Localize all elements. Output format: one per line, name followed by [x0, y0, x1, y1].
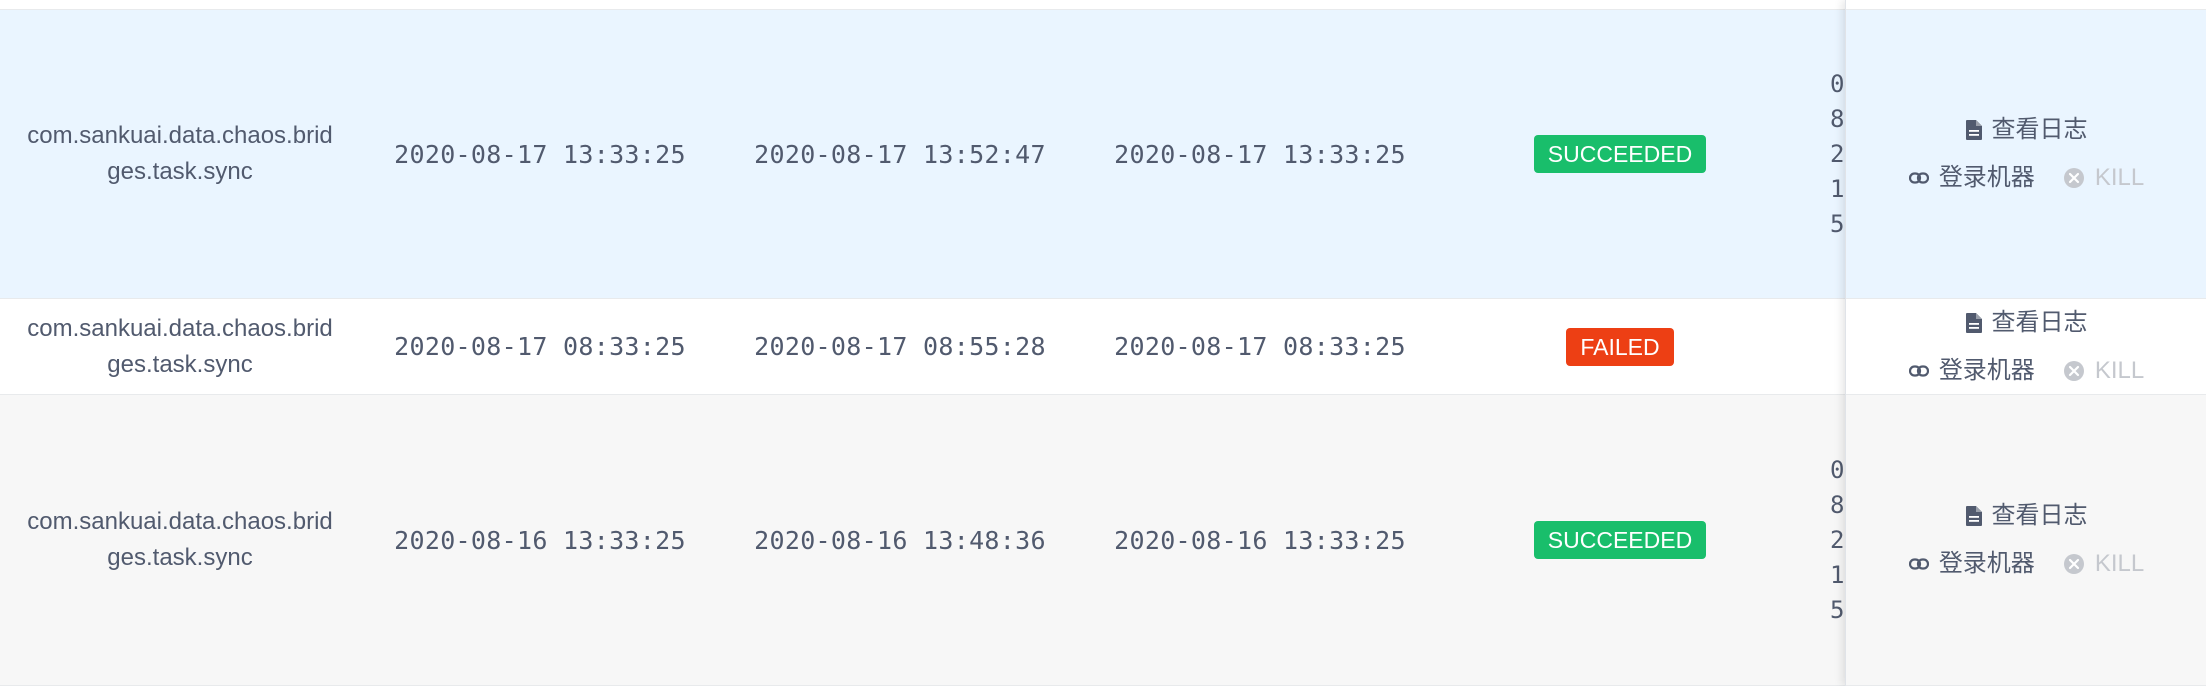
file-text-icon [1965, 312, 1982, 333]
action-row: 登录机器 KILL [1908, 161, 2144, 195]
task-name: com.sankuai.data.chaos.bridges.task.sync [27, 122, 333, 185]
fixed-action-column: 查看日志 登录机器 KILL 查看日志 登录机器 KILL 查看日志 登录机器 … [1845, 0, 2206, 686]
task-name: com.sankuai.data.chaos.bridges.task.sync [27, 314, 333, 378]
clipped-text: 0 8 2 1 5 [1830, 455, 1844, 624]
status-badge: SUCCEEDED [1533, 135, 1707, 173]
action-cell: 查看日志 登录机器 KILL [1846, 299, 2206, 395]
task-name: com.sankuai.data.chaos.bridges.task.sync [27, 508, 333, 571]
login-machine-label: 登录机器 [1938, 356, 2035, 384]
scheduled-time: 2020-08-17 08:33:25 [394, 332, 686, 361]
login-machine-label: 登录机器 [1938, 550, 2035, 577]
file-text-icon [1965, 506, 1982, 526]
link-icon [1908, 558, 1929, 570]
start-time: 2020-08-17 13:33:25 [1114, 139, 1406, 169]
status-cell: SUCCEEDED [1440, 395, 1800, 685]
time-cell: 2020-08-17 13:33:25 [360, 10, 720, 298]
kill-label: KILL [2094, 164, 2145, 191]
clipped-text: 0 8 2 1 5 [1830, 69, 1844, 238]
login-machine-button[interactable]: 登录机器 [1908, 161, 2035, 195]
status-badge: SUCCEEDED [1533, 521, 1707, 559]
time-cell: 2020-08-17 08:33:25 [360, 299, 720, 394]
view-log-label: 查看日志 [1991, 116, 2088, 143]
fixed-column-top-edge [1846, 0, 2206, 10]
scheduled-time: 2020-08-16 13:33:25 [394, 525, 686, 555]
time-cell: 2020-08-16 13:33:25 [1080, 395, 1440, 685]
login-machine-button[interactable]: 登录机器 [1908, 354, 2035, 388]
action-cell: 查看日志 登录机器 KILL [1846, 395, 2206, 686]
scheduled-time: 2020-08-17 13:33:25 [394, 139, 686, 169]
task-run-table: com.sankuai.data.chaos.bridges.task.sync… [0, 0, 2206, 686]
time-cell: 2020-08-17 13:52:47 [720, 10, 1080, 298]
task-name-cell: com.sankuai.data.chaos.bridges.task.sync [0, 10, 360, 298]
kill-button[interactable]: KILL [2063, 547, 2144, 581]
end-time: 2020-08-17 08:55:28 [754, 332, 1046, 361]
view-log-button[interactable]: 查看日志 [1965, 306, 2088, 340]
kill-button[interactable]: KILL [2063, 161, 2144, 195]
kill-label: KILL [2094, 550, 2145, 577]
link-icon [1908, 364, 1929, 377]
time-cell: 2020-08-17 08:33:25 [1080, 299, 1440, 394]
close-circle-icon [2063, 168, 2084, 188]
status-cell: FAILED [1440, 299, 1800, 394]
time-cell: 2020-08-16 13:33:25 [360, 395, 720, 685]
kill-label: KILL [2094, 356, 2145, 384]
clipped-column-cell: 0 8 2 1 5 [1830, 10, 1844, 298]
time-cell: 2020-08-16 13:48:36 [720, 395, 1080, 685]
login-machine-label: 登录机器 [1938, 164, 2035, 191]
view-log-label: 查看日志 [1991, 502, 2088, 529]
start-time: 2020-08-17 08:33:25 [1114, 332, 1406, 361]
view-log-button[interactable]: 查看日志 [1965, 499, 2088, 533]
login-machine-button[interactable]: 登录机器 [1908, 547, 2035, 581]
status-badge: FAILED [1566, 327, 1674, 366]
view-log-label: 查看日志 [1991, 308, 2088, 336]
end-time: 2020-08-17 13:52:47 [754, 139, 1046, 169]
clipped-column-cell: 0 8 2 1 5 [1830, 395, 1844, 685]
time-cell: 2020-08-17 08:55:28 [720, 299, 1080, 394]
task-name-cell: com.sankuai.data.chaos.bridges.task.sync [0, 299, 360, 394]
action-cell: 查看日志 登录机器 KILL [1846, 10, 2206, 299]
link-icon [1908, 172, 1929, 184]
time-cell: 2020-08-17 13:33:25 [1080, 10, 1440, 298]
close-circle-icon [2063, 554, 2084, 574]
view-log-button[interactable]: 查看日志 [1965, 113, 2088, 147]
task-name-cell: com.sankuai.data.chaos.bridges.task.sync [0, 395, 360, 685]
kill-button[interactable]: KILL [2063, 354, 2144, 388]
file-text-icon [1965, 120, 1982, 140]
status-cell: SUCCEEDED [1440, 10, 1800, 298]
action-row: 登录机器 KILL [1908, 547, 2144, 581]
end-time: 2020-08-16 13:48:36 [754, 525, 1046, 555]
action-row: 登录机器 KILL [1908, 354, 2144, 388]
close-circle-icon [2063, 360, 2084, 381]
start-time: 2020-08-16 13:33:25 [1114, 525, 1406, 555]
